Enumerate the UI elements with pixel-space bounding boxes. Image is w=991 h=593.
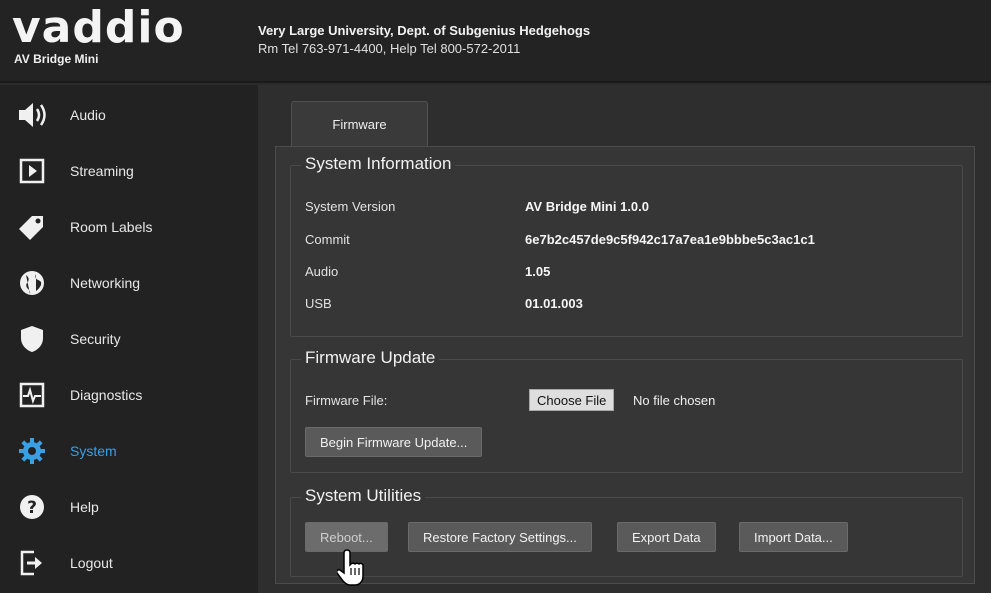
pulse-icon bbox=[16, 379, 48, 411]
export-data-button[interactable]: Export Data bbox=[617, 522, 716, 552]
no-file-text: No file chosen bbox=[633, 393, 716, 408]
begin-firmware-update-button[interactable]: Begin Firmware Update... bbox=[305, 427, 483, 457]
info-value: 1.05 bbox=[525, 264, 551, 279]
organization-phones: Rm Tel 763-971-4400, Help Tel 800-572-20… bbox=[258, 41, 521, 56]
info-label: Audio bbox=[305, 264, 339, 279]
sidebar-item-label: Diagnostics bbox=[70, 387, 143, 403]
product-name: AV Bridge Mini bbox=[14, 52, 99, 66]
firmware-file-label: Firmware File: bbox=[305, 393, 388, 408]
section-title: System Information bbox=[301, 154, 456, 174]
svg-text:?: ? bbox=[27, 498, 37, 518]
sidebar-item-audio[interactable]: Audio bbox=[0, 87, 258, 143]
sidebar-item-help[interactable]: ? Help bbox=[0, 479, 258, 535]
app-header: vaddio AV Bridge Mini Very Large Univers… bbox=[0, 0, 991, 83]
sidebar-item-label: Streaming bbox=[70, 163, 134, 179]
tag-icon bbox=[16, 211, 48, 243]
brand-wordmark: vaddio bbox=[12, 2, 185, 53]
system-information-section: System Information System Version AV Bri… bbox=[290, 154, 963, 337]
firmware-update-section: Firmware Update Firmware File: Choose Fi… bbox=[290, 348, 963, 473]
logout-icon bbox=[16, 547, 48, 579]
question-icon: ? bbox=[16, 491, 48, 523]
info-label: USB bbox=[305, 296, 332, 311]
info-value: 01.01.003 bbox=[525, 296, 583, 311]
info-value: 6e7b2c457de9c5f942c17a7ea1e9bbbe5c3ac1c1 bbox=[525, 232, 815, 247]
sidebar-item-label: System bbox=[70, 443, 117, 459]
main-content: Firmware System Information System Versi… bbox=[258, 85, 991, 593]
gear-icon bbox=[16, 435, 48, 467]
speaker-icon bbox=[16, 99, 48, 131]
sidebar-item-label: Security bbox=[70, 331, 121, 347]
sidebar-item-system[interactable]: System bbox=[0, 423, 258, 479]
sidebar-item-label: Audio bbox=[70, 107, 106, 123]
sidebar-item-logout[interactable]: Logout bbox=[0, 535, 258, 591]
play-icon bbox=[16, 155, 48, 187]
sidebar-item-label: Networking bbox=[70, 275, 141, 291]
info-label: System Version bbox=[305, 199, 396, 214]
vaddio-logo: vaddio AV Bridge Mini bbox=[12, 6, 240, 72]
sidebar-nav: Audio Streaming Room Labels Networking S… bbox=[0, 85, 258, 593]
shield-icon bbox=[16, 323, 48, 355]
hand-cursor-icon bbox=[336, 548, 371, 588]
section-title: Firmware Update bbox=[301, 348, 440, 368]
firmware-panel: System Information System Version AV Bri… bbox=[275, 146, 975, 584]
system-utilities-section: System Utilities Reboot... Restore Facto… bbox=[290, 486, 963, 577]
info-label: Commit bbox=[305, 232, 350, 247]
section-title: System Utilities bbox=[301, 486, 426, 506]
organization-info: Very Large University, Dept. of Subgeniu… bbox=[258, 22, 590, 58]
sidebar-item-label: Logout bbox=[70, 555, 113, 571]
globe-icon bbox=[16, 267, 48, 299]
sidebar-item-networking[interactable]: Networking bbox=[0, 255, 258, 311]
sidebar-item-security[interactable]: Security bbox=[0, 311, 258, 367]
organization-name: Very Large University, Dept. of Subgeniu… bbox=[258, 23, 591, 38]
sidebar-item-room-labels[interactable]: Room Labels bbox=[0, 199, 258, 255]
choose-file-button[interactable]: Choose File bbox=[529, 389, 615, 411]
restore-factory-settings-button[interactable]: Restore Factory Settings... bbox=[408, 522, 592, 552]
tab-firmware[interactable]: Firmware bbox=[291, 101, 428, 147]
info-value: AV Bridge Mini 1.0.0 bbox=[525, 199, 650, 214]
sidebar-item-diagnostics[interactable]: Diagnostics bbox=[0, 367, 258, 423]
sidebar-item-streaming[interactable]: Streaming bbox=[0, 143, 258, 199]
sidebar-item-label: Help bbox=[70, 499, 99, 515]
sidebar-item-label: Room Labels bbox=[70, 219, 153, 235]
import-data-button[interactable]: Import Data... bbox=[739, 522, 848, 552]
